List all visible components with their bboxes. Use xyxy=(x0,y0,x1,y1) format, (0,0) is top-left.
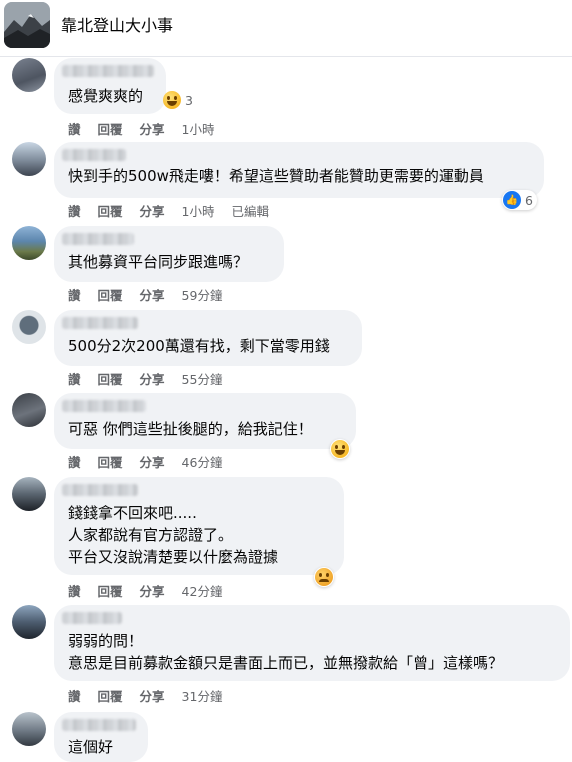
reaction-count: 3 xyxy=(185,92,193,108)
like-link[interactable]: 讚 xyxy=(68,369,81,388)
reply-link[interactable]: 回覆 xyxy=(98,201,123,220)
avatar[interactable] xyxy=(12,477,46,511)
comment-text-line: 可惡 你們這些扯後腿的，給我記住！ xyxy=(68,420,313,438)
like-link[interactable]: 讚 xyxy=(68,201,81,220)
avatar[interactable] xyxy=(12,142,46,176)
share-link[interactable]: 分享 xyxy=(140,686,165,705)
reply-link[interactable]: 回覆 xyxy=(98,452,123,471)
commenter-name-blurred[interactable] xyxy=(62,149,126,161)
timestamp[interactable]: 1小時 xyxy=(182,119,215,138)
group-title[interactable]: 靠北登山大小事 xyxy=(61,12,173,36)
comment-text-line: 意思是目前募款金額只是書面上而已，並無撥款給「曾」這樣嗎？ xyxy=(68,654,504,672)
group-avatar[interactable] xyxy=(4,2,50,48)
laughing-emoji-icon xyxy=(331,440,349,458)
comment-bubble: 可惡 你們這些扯後腿的，給我記住！ xyxy=(54,393,356,449)
avatar[interactable] xyxy=(12,226,46,260)
comment-text-line: 其他募資平台同步跟進嗎？ xyxy=(68,253,249,271)
comment-text-line: 快到手的500w飛走嘍！希望這些贊助者能贊助更需要的運動員 xyxy=(68,167,484,185)
share-link[interactable]: 分享 xyxy=(140,119,165,138)
timestamp[interactable]: 42分鐘 xyxy=(182,581,223,600)
thumbs-up-icon: 👍 xyxy=(503,191,521,209)
reaction-summary[interactable] xyxy=(330,439,350,459)
avatar[interactable] xyxy=(12,393,46,427)
like-link[interactable]: 讚 xyxy=(68,581,81,600)
share-link[interactable]: 分享 xyxy=(140,285,165,304)
timestamp[interactable]: 31分鐘 xyxy=(182,686,223,705)
reply-link[interactable]: 回覆 xyxy=(98,119,123,138)
comment-bubble: 弱弱的問！ 意思是目前募款金額只是書面上而已，並無撥款給「曾」這樣嗎？ xyxy=(54,605,570,681)
comment-actions: 讚 回覆 分享 59分鐘 xyxy=(68,285,239,304)
share-link[interactable]: 分享 xyxy=(140,201,165,220)
comment-actions: 讚 回覆 分享 46分鐘 xyxy=(68,452,239,471)
comment-text-line: 平台又沒說清楚要以什麼為證據 xyxy=(68,548,279,566)
comment-text-line: 弱弱的問！ xyxy=(68,632,144,650)
reaction-count: 6 xyxy=(525,192,533,208)
avatar[interactable] xyxy=(12,58,46,92)
like-link[interactable]: 讚 xyxy=(68,285,81,304)
avatar[interactable] xyxy=(12,310,46,344)
comment-actions: 讚 回覆 分享 1小時 xyxy=(68,119,232,138)
reaction-summary[interactable]: 👍 6 xyxy=(502,190,537,210)
edited-label[interactable]: 已編輯 xyxy=(232,201,270,220)
like-link[interactable]: 讚 xyxy=(68,452,81,471)
avatar[interactable] xyxy=(12,712,46,746)
comment-bubble: 快到手的500w飛走嘍！希望這些贊助者能贊助更需要的運動員 xyxy=(54,142,544,198)
comment-text-line: 這個好 xyxy=(68,738,114,756)
comment-bubble: 500分2次200萬還有找，剩下當零用錢 xyxy=(54,310,362,366)
reply-link[interactable]: 回覆 xyxy=(98,369,123,388)
comment-bubble: 感覺爽爽的 xyxy=(54,58,166,114)
reaction-summary[interactable] xyxy=(314,567,334,587)
comment-bubble: 錢錢拿不回來吧..... 人家都說有官方認證了。 平台又沒說清楚要以什麼為證據 xyxy=(54,477,344,575)
reaction-summary[interactable]: 3 xyxy=(162,90,197,110)
group-header: 靠北登山大小事 xyxy=(0,0,572,57)
comment-text-line: 感覺爽爽的 xyxy=(68,87,144,105)
comment-actions: 讚 回覆 分享 1小時 已編輯 xyxy=(68,201,286,220)
commenter-name-blurred[interactable] xyxy=(62,400,146,412)
timestamp[interactable]: 59分鐘 xyxy=(182,285,223,304)
share-link[interactable]: 分享 xyxy=(140,581,165,600)
comment-text-line: 錢錢拿不回來吧..... xyxy=(68,504,197,522)
laughing-emoji-icon xyxy=(163,91,181,109)
avatar[interactable] xyxy=(12,605,46,639)
sad-emoji-icon xyxy=(315,568,333,586)
share-link[interactable]: 分享 xyxy=(140,452,165,471)
commenter-name-blurred[interactable] xyxy=(62,719,136,731)
commenter-name-blurred[interactable] xyxy=(62,612,122,624)
comment-actions: 讚 回覆 分享 31分鐘 xyxy=(68,686,239,705)
commenter-name-blurred[interactable] xyxy=(62,233,134,245)
timestamp[interactable]: 55分鐘 xyxy=(182,369,223,388)
comment-actions: 讚 回覆 分享 55分鐘 xyxy=(68,369,239,388)
commenter-name-blurred[interactable] xyxy=(62,484,138,496)
like-link[interactable]: 讚 xyxy=(68,119,81,138)
comment-bubble: 這個好 xyxy=(54,712,148,762)
reply-link[interactable]: 回覆 xyxy=(98,581,123,600)
timestamp[interactable]: 1小時 xyxy=(182,201,215,220)
comment-text-line: 500分2次200萬還有找，剩下當零用錢 xyxy=(68,337,330,355)
comment-bubble: 其他募資平台同步跟進嗎？ xyxy=(54,226,284,282)
reply-link[interactable]: 回覆 xyxy=(98,686,123,705)
commenter-name-blurred[interactable] xyxy=(62,317,138,329)
commenter-name-blurred[interactable] xyxy=(62,65,154,77)
comment-text-line: 人家都說有官方認證了。 xyxy=(68,526,234,544)
timestamp[interactable]: 46分鐘 xyxy=(182,452,223,471)
reply-link[interactable]: 回覆 xyxy=(98,285,123,304)
comment-actions: 讚 回覆 分享 42分鐘 xyxy=(68,581,239,600)
share-link[interactable]: 分享 xyxy=(140,369,165,388)
like-link[interactable]: 讚 xyxy=(68,686,81,705)
